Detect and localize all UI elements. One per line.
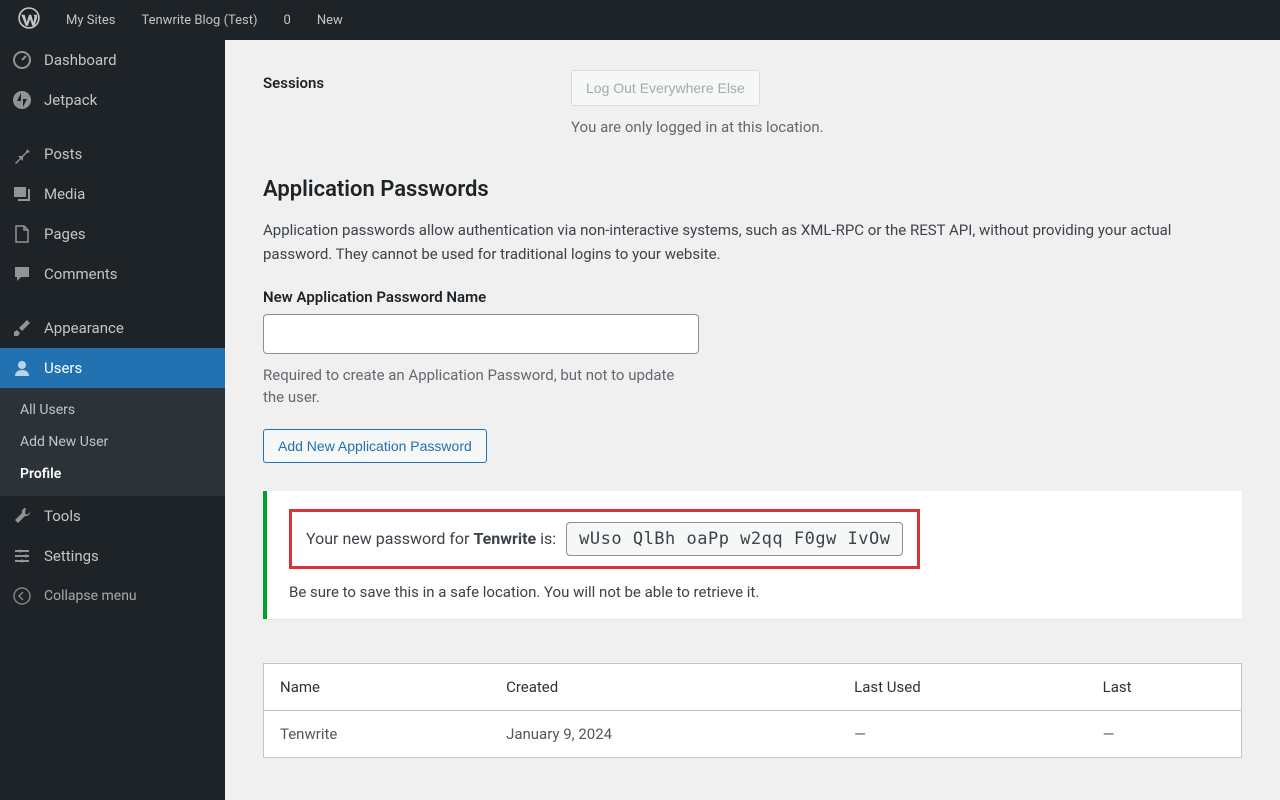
submenu-add-new-user[interactable]: Add New User <box>0 426 225 458</box>
new-content-link[interactable]: New <box>301 0 353 40</box>
wrench-icon <box>12 506 32 526</box>
media-icon <box>12 184 32 204</box>
password-highlight: Your new password for Tenwrite is: wUso … <box>289 509 920 569</box>
sessions-row: Sessions Log Out Everywhere Else You are… <box>263 70 1242 139</box>
pin-icon <box>12 144 32 164</box>
comments-count: 0 <box>284 13 291 28</box>
menu-settings[interactable]: Settings <box>0 536 225 576</box>
users-submenu: All Users Add New User Profile <box>0 388 225 496</box>
menu-label: Dashboard <box>44 51 117 69</box>
col-last[interactable]: Last <box>1087 663 1242 710</box>
comments-link[interactable]: 0 <box>268 0 301 40</box>
comments-icon <box>12 264 32 284</box>
menu-appearance[interactable]: Appearance <box>0 308 225 348</box>
jetpack-icon <box>12 90 32 110</box>
wordpress-icon <box>18 7 40 33</box>
submenu-all-users[interactable]: All Users <box>0 394 225 426</box>
dashboard-icon <box>12 50 32 70</box>
collapse-menu[interactable]: Collapse menu <box>0 576 225 616</box>
menu-label: Media <box>44 185 85 203</box>
sessions-label: Sessions <box>263 70 571 139</box>
app-passwords-table: Name Created Last Used Last Tenwrite Jan… <box>263 663 1242 758</box>
col-last-used[interactable]: Last Used <box>838 663 1086 710</box>
menu-label: Users <box>44 359 82 377</box>
wp-logo[interactable] <box>8 0 50 40</box>
menu-label: Posts <box>44 145 82 163</box>
main-content: Sessions Log Out Everywhere Else You are… <box>225 40 1280 800</box>
collapse-label: Collapse menu <box>44 588 137 604</box>
new-label: New <box>317 13 343 28</box>
menu-label: Jetpack <box>44 91 97 109</box>
col-name[interactable]: Name <box>264 663 491 710</box>
brush-icon <box>12 318 32 338</box>
menu-label: Settings <box>44 547 99 565</box>
new-app-password-help: Required to create an Application Passwo… <box>263 364 699 409</box>
collapse-icon <box>12 586 32 606</box>
new-app-password-label: New Application Password Name <box>263 288 1242 306</box>
menu-media[interactable]: Media <box>0 174 225 214</box>
my-sites-label: My Sites <box>66 13 115 28</box>
password-sentence: Your new password for Tenwrite is: <box>306 529 556 548</box>
menu-comments[interactable]: Comments <box>0 254 225 294</box>
users-icon <box>12 358 32 378</box>
app-passwords-desc: Application passwords allow authenticati… <box>263 218 1242 266</box>
menu-jetpack[interactable]: Jetpack <box>0 80 225 120</box>
generated-password[interactable]: wUso QlBh oaPp w2qq F0gw IvOw <box>566 522 903 556</box>
site-name-link[interactable]: Tenwrite Blog (Test) <box>125 0 267 40</box>
submenu-profile[interactable]: Profile <box>0 458 225 490</box>
password-warning: Be sure to save this in a safe location.… <box>289 583 1220 601</box>
sessions-help: You are only logged in at this location. <box>571 116 1242 139</box>
table-row: Tenwrite January 9, 2024 — — <box>264 710 1242 757</box>
menu-label: Pages <box>44 225 86 243</box>
menu-posts[interactable]: Posts <box>0 134 225 174</box>
new-app-password-input[interactable] <box>263 314 699 354</box>
cell-last: — <box>1087 710 1242 757</box>
menu-label: Appearance <box>44 319 124 337</box>
pages-icon <box>12 224 32 244</box>
sliders-icon <box>12 546 32 566</box>
col-created[interactable]: Created <box>490 663 838 710</box>
admin-sidebar: Dashboard Jetpack Posts Media Pages Comm… <box>0 40 225 800</box>
cell-name: Tenwrite <box>264 710 491 757</box>
add-app-password-button[interactable]: Add New Application Password <box>263 429 487 463</box>
menu-dashboard[interactable]: Dashboard <box>0 40 225 80</box>
app-passwords-heading: Application Passwords <box>263 177 1242 202</box>
site-name-label: Tenwrite Blog (Test) <box>141 13 257 28</box>
cell-created: January 9, 2024 <box>490 710 838 757</box>
logout-everywhere-button[interactable]: Log Out Everywhere Else <box>571 70 760 106</box>
menu-label: Tools <box>44 507 81 525</box>
menu-label: Comments <box>44 265 118 283</box>
new-password-notice: Your new password for Tenwrite is: wUso … <box>263 491 1242 619</box>
my-sites-link[interactable]: My Sites <box>50 0 125 40</box>
cell-last-used: — <box>838 710 1086 757</box>
menu-tools[interactable]: Tools <box>0 496 225 536</box>
menu-users[interactable]: Users <box>0 348 225 388</box>
menu-pages[interactable]: Pages <box>0 214 225 254</box>
admin-toolbar: My Sites Tenwrite Blog (Test) 0 New <box>0 0 1280 40</box>
